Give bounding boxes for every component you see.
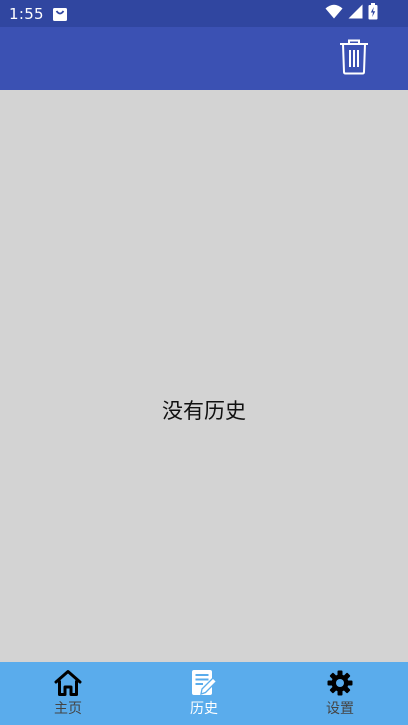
nav-item-history[interactable]: 历史	[136, 662, 272, 725]
gear-icon	[326, 669, 354, 697]
status-time: 1:55	[9, 4, 44, 23]
history-content: 没有历史	[0, 90, 408, 662]
nav-label-settings: 设置	[326, 701, 354, 717]
battery-charging-icon	[368, 3, 378, 24]
bottom-navigation: 主页 历史 设置	[0, 662, 408, 725]
status-bar: 1:55	[0, 0, 408, 27]
empty-history-message: 没有历史	[162, 399, 246, 423]
home-icon	[53, 669, 83, 697]
clear-history-button[interactable]	[336, 39, 372, 79]
status-icons	[325, 0, 378, 27]
signal-icon	[348, 4, 363, 23]
trash-icon	[338, 39, 370, 79]
nav-item-settings[interactable]: 设置	[272, 662, 408, 725]
nav-item-home[interactable]: 主页	[0, 662, 136, 725]
wifi-icon	[325, 4, 343, 23]
nav-label-history: 历史	[190, 701, 218, 717]
history-note-icon	[190, 669, 218, 697]
app-bar	[0, 27, 408, 90]
notification-bag-icon	[52, 6, 68, 22]
nav-label-home: 主页	[54, 701, 82, 717]
